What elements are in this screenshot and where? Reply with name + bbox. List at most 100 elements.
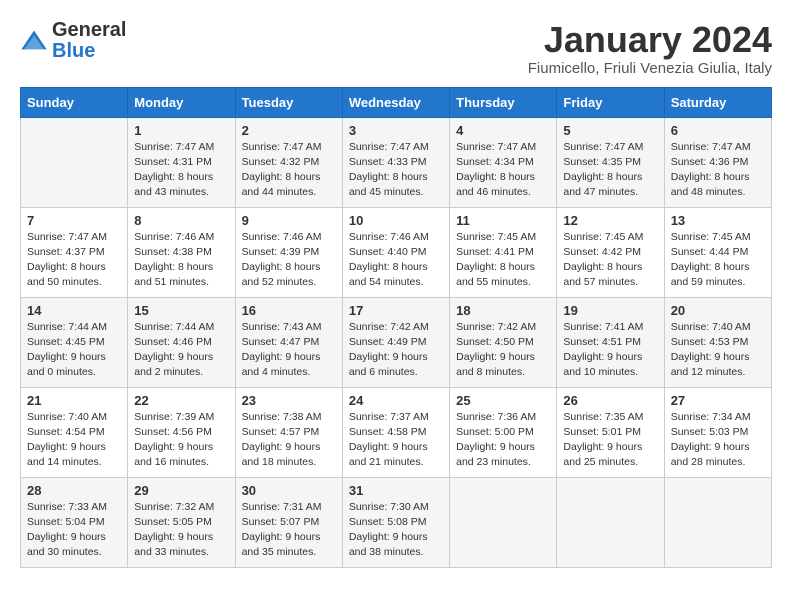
day-number: 8	[134, 213, 228, 228]
week-row-1: 1Sunrise: 7:47 AMSunset: 4:31 PMDaylight…	[21, 117, 772, 207]
day-number: 9	[242, 213, 336, 228]
day-detail: Sunrise: 7:46 AMSunset: 4:40 PMDaylight:…	[349, 230, 443, 291]
day-cell: 15Sunrise: 7:44 AMSunset: 4:46 PMDayligh…	[128, 297, 235, 387]
day-cell: 19Sunrise: 7:41 AMSunset: 4:51 PMDayligh…	[557, 297, 664, 387]
day-cell: 21 Sunrise: 7:40 AMSunset: 4:54 PMDayligh…	[21, 387, 128, 477]
month-title: January 2024	[528, 20, 772, 60]
day-cell: 18 Sunrise: 7:42 AMSunset: 4:50 PMDayligh…	[450, 297, 557, 387]
day-detail: Sunrise: 7:30 AMSunset: 5:08 PMDaylight:…	[349, 500, 443, 561]
day-detail: Sunrise: 7:47 AMSunset: 4:33 PMDaylight:…	[349, 140, 443, 201]
day-cell: 25 Sunrise: 7:36 AMSunset: 5:00 PMDayligh…	[450, 387, 557, 477]
day-detail: Sunrise: 7:47 AMSunset: 4:37 PMDaylight:…	[27, 230, 121, 291]
day-cell: 7 Sunrise: 7:47 AMSunset: 4:37 PMDaylight…	[21, 207, 128, 297]
week-row-5: 28 Sunrise: 7:33 AMSunset: 5:04 PMDayligh…	[21, 477, 772, 567]
day-number: 14	[27, 303, 121, 318]
day-number: 21	[27, 393, 121, 408]
day-detail: Sunrise: 7:34 AMSunset: 5:03 PMDaylight:…	[671, 410, 765, 471]
day-number: 4	[456, 123, 550, 138]
day-number: 22	[134, 393, 228, 408]
col-header-friday: Friday	[557, 87, 664, 117]
col-header-tuesday: Tuesday	[235, 87, 342, 117]
week-row-2: 7 Sunrise: 7:47 AMSunset: 4:37 PMDaylight…	[21, 207, 772, 297]
day-number: 17	[349, 303, 443, 318]
header-row: SundayMondayTuesdayWednesdayThursdayFrid…	[21, 87, 772, 117]
day-detail: Sunrise: 7:42 AMSunset: 4:50 PMDaylight:…	[456, 320, 550, 381]
day-detail: Sunrise: 7:37 AMSunset: 4:58 PMDaylight:…	[349, 410, 443, 471]
day-detail: Sunrise: 7:46 AMSunset: 4:38 PMDaylight:…	[134, 230, 228, 291]
location-title: Fiumicello, Friuli Venezia Giulia, Italy	[528, 60, 772, 77]
day-detail: Sunrise: 7:43 AMSunset: 4:47 PMDaylight:…	[242, 320, 336, 381]
day-number: 31	[349, 483, 443, 498]
day-cell	[450, 477, 557, 567]
day-detail: Sunrise: 7:45 AMSunset: 4:42 PMDaylight:…	[563, 230, 657, 291]
week-row-3: 14Sunrise: 7:44 AMSunset: 4:45 PMDayligh…	[21, 297, 772, 387]
day-cell: 4 Sunrise: 7:47 AMSunset: 4:34 PMDaylight…	[450, 117, 557, 207]
day-cell: 16 Sunrise: 7:43 AMSunset: 4:47 PMDayligh…	[235, 297, 342, 387]
day-detail: Sunrise: 7:33 AMSunset: 5:04 PMDaylight:…	[27, 500, 121, 561]
day-number: 20	[671, 303, 765, 318]
logo: General Blue	[20, 20, 126, 62]
day-number: 11	[456, 213, 550, 228]
title-area: January 2024 Fiumicello, Friuli Venezia …	[528, 20, 772, 77]
day-detail: Sunrise: 7:44 AMSunset: 4:46 PMDaylight:…	[134, 320, 228, 381]
day-cell: 5 Sunrise: 7:47 AMSunset: 4:35 PMDaylight…	[557, 117, 664, 207]
day-cell: 26Sunrise: 7:35 AMSunset: 5:01 PMDayligh…	[557, 387, 664, 477]
day-number: 5	[563, 123, 657, 138]
day-cell: 12 Sunrise: 7:45 AMSunset: 4:42 PMDayligh…	[557, 207, 664, 297]
day-number: 25	[456, 393, 550, 408]
day-cell	[21, 117, 128, 207]
day-cell	[664, 477, 771, 567]
day-number: 1	[134, 123, 228, 138]
day-cell: 31 Sunrise: 7:30 AMSunset: 5:08 PMDayligh…	[342, 477, 449, 567]
col-header-sunday: Sunday	[21, 87, 128, 117]
day-detail: Sunrise: 7:41 AMSunset: 4:51 PMDaylight:…	[563, 320, 657, 381]
day-cell: 6 Sunrise: 7:47 AMSunset: 4:36 PMDaylight…	[664, 117, 771, 207]
day-number: 23	[242, 393, 336, 408]
day-number: 12	[563, 213, 657, 228]
day-number: 7	[27, 213, 121, 228]
day-cell: 10 Sunrise: 7:46 AMSunset: 4:40 PMDayligh…	[342, 207, 449, 297]
day-number: 30	[242, 483, 336, 498]
day-detail: Sunrise: 7:46 AMSunset: 4:39 PMDaylight:…	[242, 230, 336, 291]
day-detail: Sunrise: 7:39 AMSunset: 4:56 PMDaylight:…	[134, 410, 228, 471]
day-number: 27	[671, 393, 765, 408]
day-cell: 1Sunrise: 7:47 AMSunset: 4:31 PMDaylight…	[128, 117, 235, 207]
day-detail: Sunrise: 7:40 AMSunset: 4:54 PMDaylight:…	[27, 410, 121, 471]
logo-blue: Blue	[52, 40, 95, 62]
logo-icon	[20, 27, 48, 55]
day-detail: Sunrise: 7:45 AMSunset: 4:41 PMDaylight:…	[456, 230, 550, 291]
day-number: 28	[27, 483, 121, 498]
day-cell	[557, 477, 664, 567]
col-header-wednesday: Wednesday	[342, 87, 449, 117]
day-detail: Sunrise: 7:36 AMSunset: 5:00 PMDaylight:…	[456, 410, 550, 471]
col-header-monday: Monday	[128, 87, 235, 117]
day-number: 13	[671, 213, 765, 228]
day-detail: Sunrise: 7:38 AMSunset: 4:57 PMDaylight:…	[242, 410, 336, 471]
day-detail: Sunrise: 7:32 AMSunset: 5:05 PMDaylight:…	[134, 500, 228, 561]
page-header: General Blue January 2024 Fiumicello, Fr…	[20, 20, 772, 77]
day-number: 18	[456, 303, 550, 318]
day-detail: Sunrise: 7:47 AMSunset: 4:34 PMDaylight:…	[456, 140, 550, 201]
day-number: 26	[563, 393, 657, 408]
day-detail: Sunrise: 7:31 AMSunset: 5:07 PMDaylight:…	[242, 500, 336, 561]
day-detail: Sunrise: 7:47 AMSunset: 4:35 PMDaylight:…	[563, 140, 657, 201]
day-cell: 13 Sunrise: 7:45 AMSunset: 4:44 PMDayligh…	[664, 207, 771, 297]
day-cell: 20 Sunrise: 7:40 AMSunset: 4:53 PMDayligh…	[664, 297, 771, 387]
day-detail: Sunrise: 7:47 AMSunset: 4:36 PMDaylight:…	[671, 140, 765, 201]
logo-general: General	[52, 19, 126, 41]
day-number: 10	[349, 213, 443, 228]
calendar-table: SundayMondayTuesdayWednesdayThursdayFrid…	[20, 87, 772, 568]
col-header-thursday: Thursday	[450, 87, 557, 117]
day-detail: Sunrise: 7:40 AMSunset: 4:53 PMDaylight:…	[671, 320, 765, 381]
day-number: 6	[671, 123, 765, 138]
day-detail: Sunrise: 7:45 AMSunset: 4:44 PMDaylight:…	[671, 230, 765, 291]
day-detail: Sunrise: 7:47 AMSunset: 4:32 PMDaylight:…	[242, 140, 336, 201]
day-number: 16	[242, 303, 336, 318]
day-cell: 14Sunrise: 7:44 AMSunset: 4:45 PMDayligh…	[21, 297, 128, 387]
day-cell: 17Sunrise: 7:42 AMSunset: 4:49 PMDayligh…	[342, 297, 449, 387]
day-number: 3	[349, 123, 443, 138]
day-number: 24	[349, 393, 443, 408]
day-cell: 30 Sunrise: 7:31 AMSunset: 5:07 PMDayligh…	[235, 477, 342, 567]
day-cell: 27 Sunrise: 7:34 AMSunset: 5:03 PMDayligh…	[664, 387, 771, 477]
day-number: 2	[242, 123, 336, 138]
